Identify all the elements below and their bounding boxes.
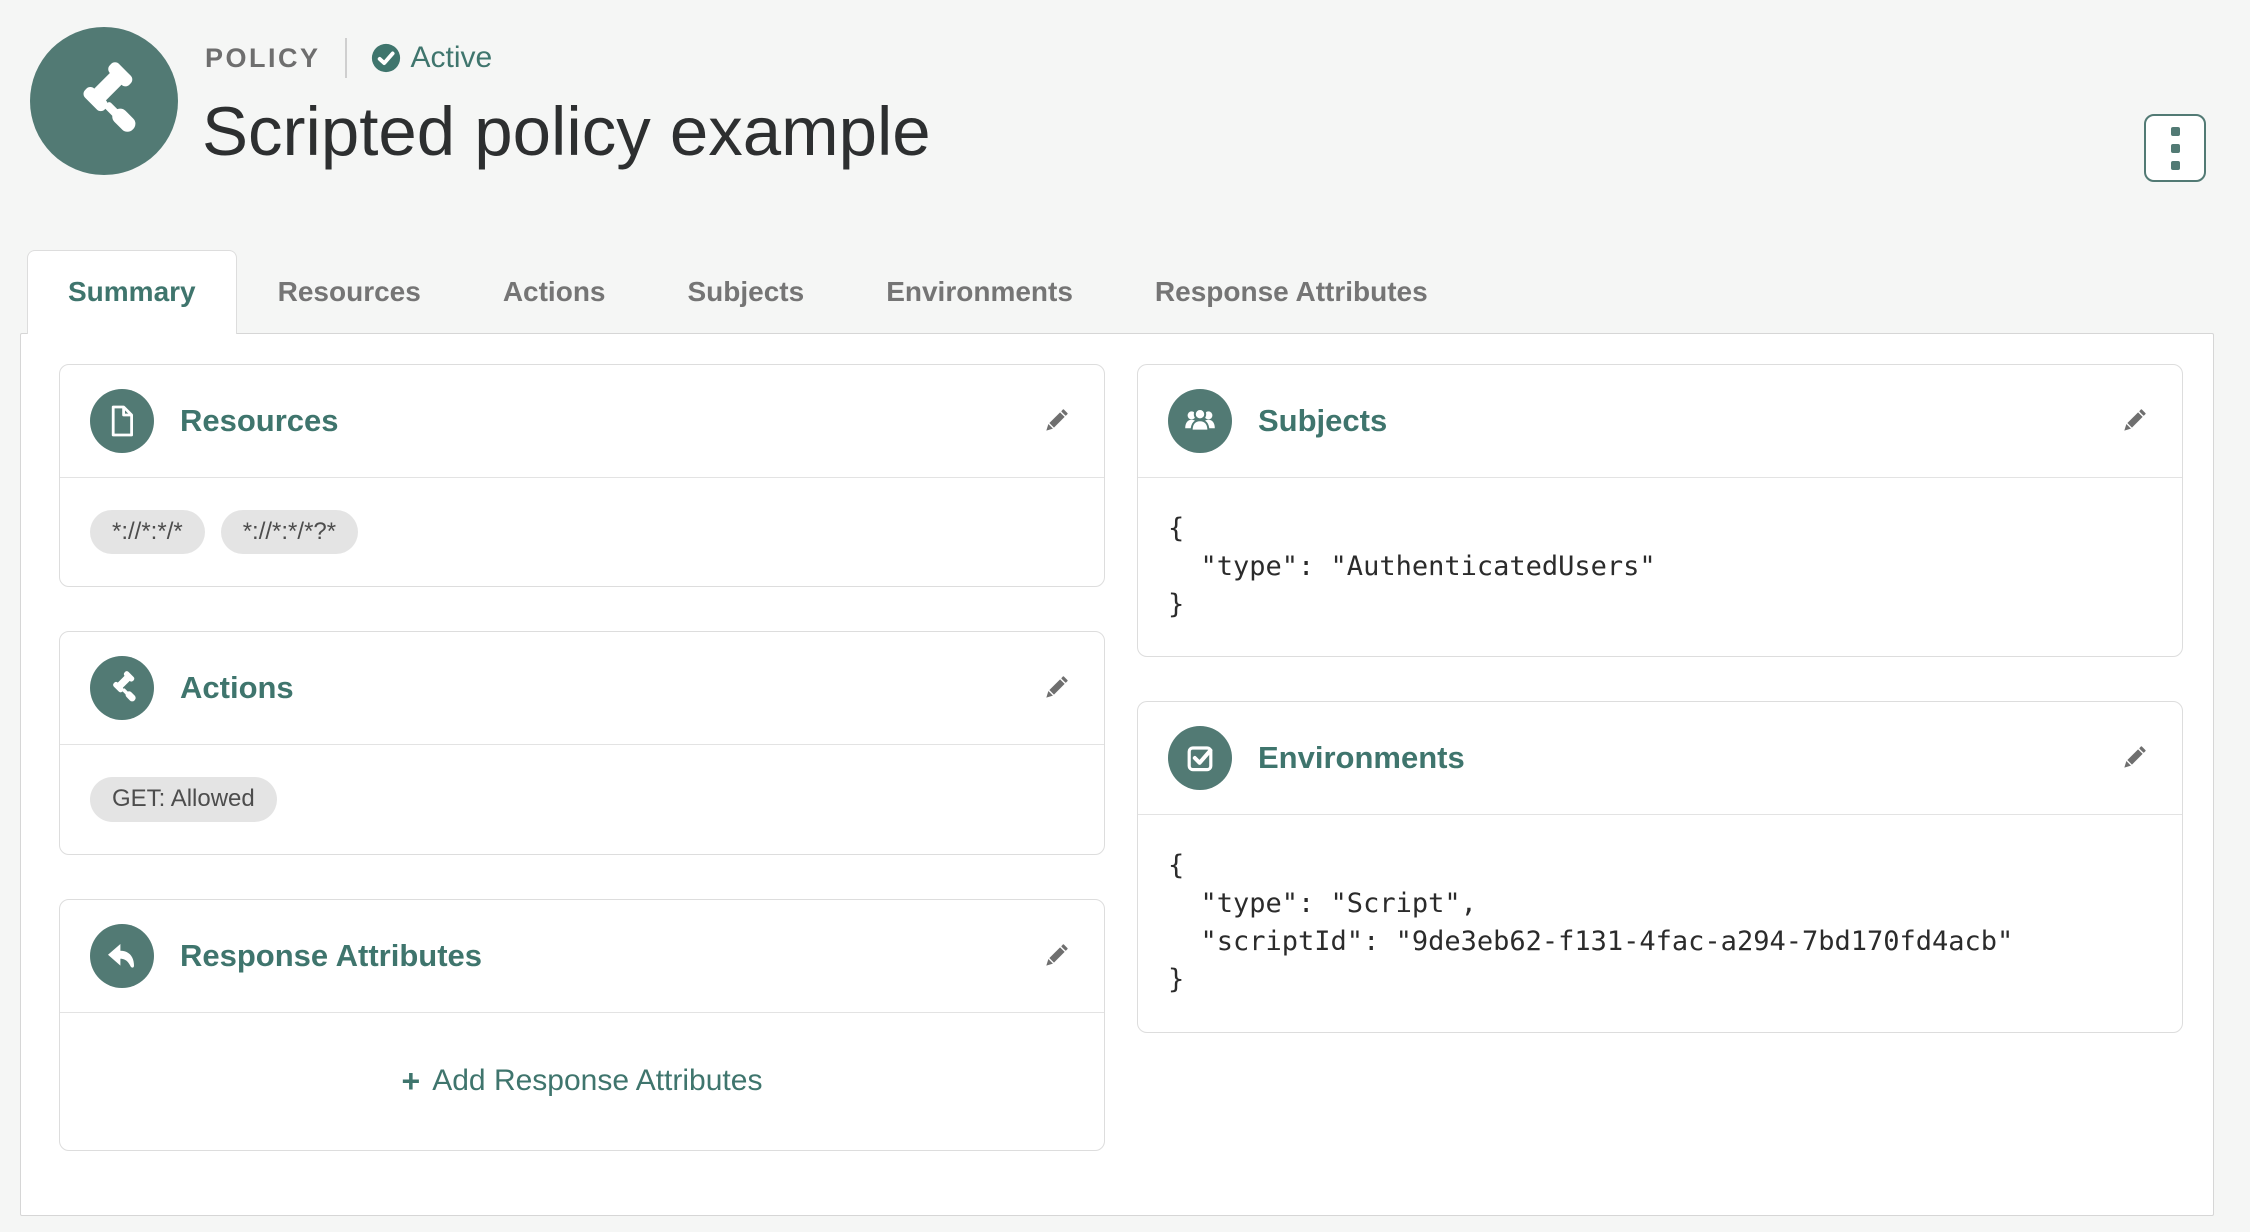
edit-subjects-button[interactable] — [2116, 403, 2152, 439]
edit-actions-button[interactable] — [1038, 670, 1074, 706]
actions-card-title: Actions — [180, 670, 294, 706]
status-badge: Active — [371, 41, 493, 75]
plus-icon: + — [401, 1062, 421, 1099]
tab-summary[interactable]: Summary — [27, 250, 237, 334]
subjects-card-title: Subjects — [1258, 403, 1388, 438]
environments-json: { "type": "Script", "scriptId": "9de3eb6… — [1168, 850, 2014, 995]
response-attributes-card: Response Attributes + Add Response Attri… — [59, 898, 1105, 1151]
edit-resources-button[interactable] — [1038, 403, 1074, 439]
check-square-icon — [1168, 726, 1232, 790]
resources-card-body: *://*:*/* *://*:*/*?* — [60, 478, 1104, 586]
tab-response-attributes[interactable]: Response Attributes — [1114, 250, 1469, 334]
right-column: Subjects { "type": "AuthenticatedUsers" … — [1137, 364, 2183, 1151]
kebab-dot — [2170, 126, 2180, 136]
entity-type-label: POLICY — [205, 42, 321, 73]
resources-card-header: Resources — [60, 365, 1104, 478]
environments-card-header: Environments — [1138, 702, 2182, 815]
action-tag: GET: Allowed — [90, 777, 277, 822]
tab-resources[interactable]: Resources — [237, 250, 462, 334]
response-attributes-card-title: Response Attributes — [180, 937, 483, 973]
kebab-dot — [2170, 143, 2180, 153]
subjects-card-header: Subjects — [1138, 365, 2182, 478]
tab-subjects[interactable]: Subjects — [647, 250, 846, 334]
add-link-label: Add Response Attributes — [432, 1064, 763, 1098]
actions-card-body: GET: Allowed — [60, 745, 1104, 853]
environments-card-title: Environments — [1258, 740, 1465, 775]
resources-card: Resources *://*:*/* *://*:*/*?* — [59, 364, 1105, 588]
subjects-card-body: { "type": "AuthenticatedUsers" } — [1138, 478, 2182, 656]
tab-bar: Summary Resources Actions Subjects Envir… — [27, 250, 2250, 334]
pencil-icon — [2122, 746, 2146, 770]
users-icon — [1168, 389, 1232, 453]
pencil-icon — [1044, 943, 1068, 968]
status-label: Active — [410, 41, 493, 74]
response-attributes-card-header: Response Attributes — [60, 900, 1104, 1013]
meta-row: POLICY Active — [205, 36, 931, 80]
add-response-attributes-link[interactable]: + Add Response Attributes — [402, 1063, 763, 1100]
response-attributes-card-body: + Add Response Attributes — [60, 1013, 1104, 1150]
edit-environments-button[interactable] — [2116, 740, 2152, 776]
policy-avatar — [30, 27, 178, 175]
policy-summary-screen: POLICY Active Scripted policy example Su… — [0, 0, 2250, 1216]
tab-environments[interactable]: Environments — [845, 250, 1114, 334]
resource-tag: *://*:*/*?* — [220, 510, 359, 555]
page-title: Scripted policy example — [202, 93, 931, 170]
subjects-card: Subjects { "type": "AuthenticatedUsers" … — [1137, 364, 2183, 657]
environments-card: Environments { "type": "Script", "script… — [1137, 701, 2183, 1033]
gavel-icon — [90, 656, 154, 721]
edit-response-attributes-button[interactable] — [1038, 938, 1074, 974]
resource-tag: *://*:*/* — [90, 510, 205, 555]
file-icon — [90, 389, 154, 453]
more-options-button[interactable] — [2144, 114, 2206, 182]
kebab-dot — [2170, 160, 2180, 170]
tab-actions[interactable]: Actions — [462, 250, 647, 334]
gavel-icon — [81, 60, 150, 138]
page-header: POLICY Active Scripted policy example — [0, 0, 2250, 250]
vertical-divider — [344, 38, 347, 78]
subjects-json: { "type": "AuthenticatedUsers" } — [1168, 513, 1656, 620]
left-column: Resources *://*:*/* *://*:*/*?* Actions — [59, 364, 1105, 1151]
summary-panel: Resources *://*:*/* *://*:*/*?* Actions — [20, 333, 2214, 1216]
environments-card-body: { "type": "Script", "scriptId": "9de3eb6… — [1138, 815, 2182, 1032]
active-check-icon — [371, 43, 400, 73]
pencil-icon — [2122, 409, 2146, 433]
reply-arrow-icon — [90, 923, 154, 988]
actions-card-header: Actions — [60, 632, 1104, 746]
actions-card: Actions GET: Allowed — [59, 631, 1105, 855]
pencil-icon — [1044, 676, 1068, 701]
pencil-icon — [1044, 409, 1068, 433]
resources-card-title: Resources — [180, 403, 339, 438]
header-text: POLICY Active Scripted policy example — [202, 36, 931, 170]
